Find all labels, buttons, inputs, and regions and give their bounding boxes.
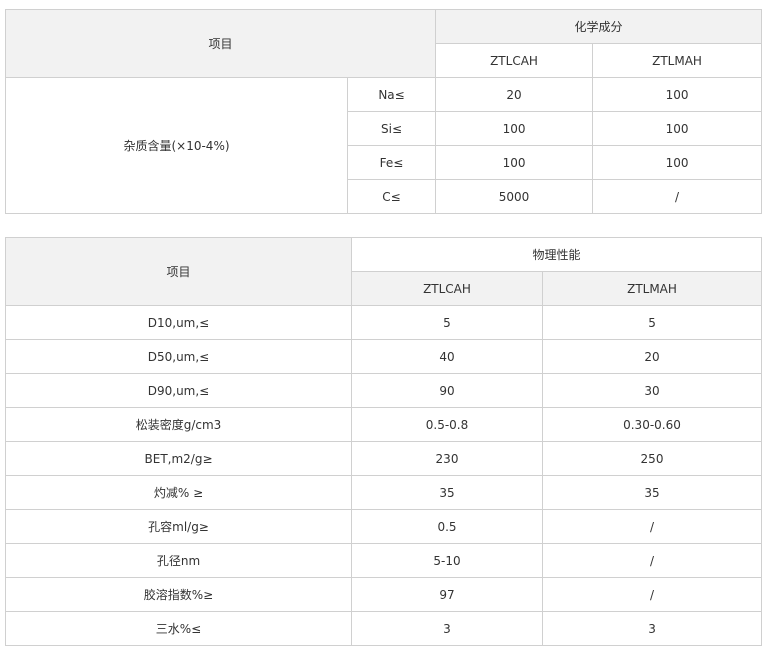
table-row: 孔容ml/g≥ 0.5 / [5, 509, 763, 544]
row-label: 胶溶指数%≥ [5, 577, 352, 612]
cell-ztlcah: 35 [351, 475, 543, 510]
table-row: D50,um,≤ 40 20 [5, 339, 763, 374]
cell-ztlmah: / [541, 543, 763, 578]
row-label: BET,m2/g≥ [5, 441, 352, 476]
table-row: 三水%≤ 3 3 [5, 611, 763, 646]
header-item: 项目 [5, 237, 352, 306]
row-label: D90,um,≤ [5, 373, 352, 408]
cell-ztlmah: 100 [592, 145, 763, 180]
row-label: D10,um,≤ [5, 305, 352, 340]
header-physical-properties: 物理性能 [350, 237, 763, 272]
cell-ztlcah: 0.5-0.8 [351, 407, 543, 442]
cell-ztlcah: 230 [351, 441, 543, 476]
cell-ztlmah: 35 [541, 475, 763, 510]
row-label: C≤ [346, 179, 437, 214]
cell-ztlmah: 250 [541, 441, 763, 476]
column-header-ztlcah: ZTLCAH [351, 271, 543, 306]
cell-ztlmah: / [541, 577, 763, 612]
cell-ztlmah: / [592, 179, 763, 214]
cell-ztlcah: 90 [351, 373, 543, 408]
table-row: D90,um,≤ 90 30 [5, 373, 763, 408]
cell-ztlcah: 5-10 [351, 543, 543, 578]
cell-ztlmah: 0.30-0.60 [541, 407, 763, 442]
row-label: Fe≤ [346, 145, 437, 180]
table-row: 灼减% ≥ 35 35 [5, 475, 763, 510]
table-row: 胶溶指数%≥ 97 / [5, 577, 763, 612]
physical-properties-table: 项目 物理性能 ZTLCAH ZTLMAH D10,um,≤ 5 5 D50,u… [5, 237, 763, 646]
impurity-content-label: 杂质含量(×10-4%) [5, 77, 348, 214]
cell-ztlmah: 100 [592, 77, 763, 112]
cell-ztlcah: 0.5 [351, 509, 543, 544]
cell-ztlcah: 40 [351, 339, 543, 374]
row-label: D50,um,≤ [5, 339, 352, 374]
cell-ztlcah: 3 [351, 611, 543, 646]
row-label: 三水%≤ [5, 611, 352, 646]
row-label: 孔容ml/g≥ [5, 509, 352, 544]
cell-ztlmah: 5 [541, 305, 763, 340]
cell-ztlcah: 100 [435, 111, 594, 146]
header-item: 项目 [4, 9, 437, 78]
row-label: Si≤ [346, 111, 437, 146]
table-row: 孔径nm 5-10 / [5, 543, 763, 578]
header-chemical-composition: 化学成分 [435, 9, 763, 44]
cell-ztlcah: 97 [351, 577, 543, 612]
cell-ztlmah: 100 [592, 111, 763, 146]
cell-ztlcah: 20 [435, 77, 594, 112]
table-row: D10,um,≤ 5 5 [5, 305, 763, 340]
column-header-ztlmah: ZTLMAH [541, 271, 763, 306]
cell-ztlmah: 20 [541, 339, 763, 374]
cell-ztlmah: 30 [541, 373, 763, 408]
table-row: BET,m2/g≥ 230 250 [5, 441, 763, 476]
cell-ztlmah: / [541, 509, 763, 544]
table-row: 松装密度g/cm3 0.5-0.8 0.30-0.60 [5, 407, 763, 442]
column-header-ztlmah: ZTLMAH [592, 43, 763, 78]
cell-ztlcah: 5 [351, 305, 543, 340]
cell-ztlcah: 100 [435, 145, 594, 180]
row-label: Na≤ [346, 77, 437, 112]
row-label: 孔径nm [5, 543, 352, 578]
table-row: 杂质含量(×10-4%) Na≤ 20 100 [5, 77, 763, 214]
cell-ztlmah: 3 [541, 611, 763, 646]
cell-ztlcah: 5000 [435, 179, 594, 214]
column-header-ztlcah: ZTLCAH [435, 43, 594, 78]
row-label: 灼减% ≥ [5, 475, 352, 510]
chemical-composition-table: 项目 化学成分 ZTLCAH ZTLMAH 杂质含量(×10-4%) Na≤ 2… [4, 9, 763, 214]
row-label: 松装密度g/cm3 [5, 407, 352, 442]
